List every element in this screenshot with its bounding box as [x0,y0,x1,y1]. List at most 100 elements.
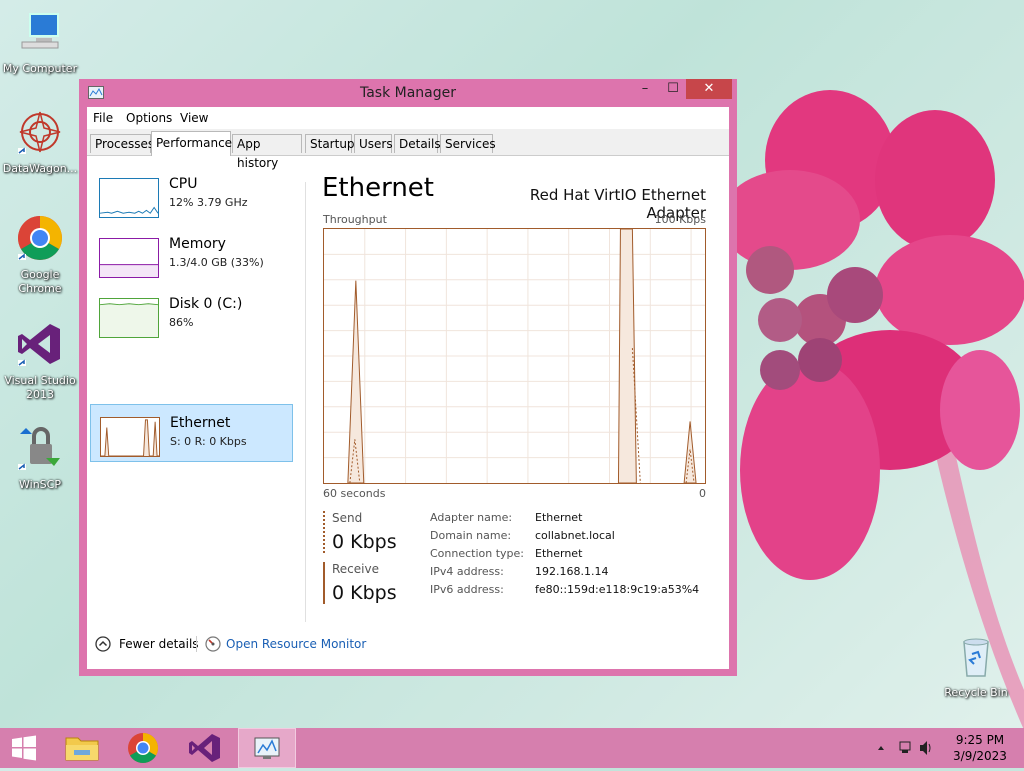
chrome-icon [128,733,159,764]
sidebar-item-title: Disk 0 (C:) [169,296,243,312]
sidebar-item-subtitle: 1.3/4.0 GB (33%) [169,256,264,269]
datawagon-icon [18,111,61,154]
info-value-ipv6: fe80::159d:e118:9c19:a53%4 [535,583,700,596]
sidebar-item-subtitle: S: 0 R: 0 Kbps [170,435,247,448]
tab-startup[interactable]: Startup [305,134,355,153]
task-manager-window: Task Manager – ☐ ✕ File Options View Pro… [79,79,737,676]
sidebar-item-ethernet[interactable]: Ethernet S: 0 R: 0 Kbps [90,404,293,462]
info-value-adapter-name: Ethernet [535,511,583,524]
send-legend-line [323,511,325,553]
desktop-icon-winscp[interactable]: WinSCP [0,424,80,492]
menu-bar: File Options View [87,107,729,129]
send-value: 0 Kbps [332,531,397,553]
network-icon [899,741,911,751]
resource-monitor-icon [205,636,221,652]
info-value-connection-type: Ethernet [535,547,583,560]
sidebar-item-title: CPU [169,176,198,192]
tab-services[interactable]: Services [440,134,496,153]
resource-sidebar: CPU 12% 3.79 GHz Memory 1.3/4.0 GB (33%)… [87,156,305,621]
clock-date: 3/9/2023 [953,749,1007,763]
cpu-thumbnail-graph [99,178,159,218]
memory-thumbnail-graph [99,238,159,278]
window-client: File Options View Processes Performance … [87,107,729,669]
close-button[interactable]: ✕ [686,79,732,99]
menu-file[interactable]: File [93,111,113,125]
windows-logo-icon [12,735,36,761]
disk-thumbnail-graph [99,298,159,338]
info-label-ipv6: IPv6 address: [430,583,504,596]
page-title: Ethernet [322,173,434,203]
graph-y-label: Throughput [323,213,387,226]
tab-app-history[interactable]: App history [232,134,302,170]
graph-x-right-label: 0 [699,487,706,500]
desktop-icon-label: DataWagon... [2,162,78,175]
desktop-icon-label: My Computer [2,62,78,75]
clock-time: 9:25 PM [955,733,1005,747]
fewer-details-label: Fewer details [119,637,199,651]
taskbar-file-explorer[interactable] [54,728,110,768]
receive-value: 0 Kbps [332,582,397,604]
info-label-domain-name: Domain name: [430,529,512,542]
folder-icon [65,737,99,761]
sidebar-item-cpu[interactable]: CPU 12% 3.79 GHz [90,166,293,224]
chevron-up-circle-icon [95,636,111,652]
desktop-icon-label: WinSCP [19,478,61,491]
chrome-icon [18,216,62,260]
taskbar: 9:25 PM 3/9/2023 [0,728,1024,768]
ethernet-thumbnail-graph [100,417,160,457]
desktop-icon-my-computer[interactable]: My Computer [0,8,80,76]
desktop-icon-datawagon[interactable]: DataWagon... [0,108,80,176]
recycle-bin-icon [963,638,989,677]
sidebar-divider [305,182,306,622]
menu-options[interactable]: Options [126,111,172,125]
tab-users[interactable]: Users [354,134,393,153]
task-manager-icon [254,737,280,759]
info-label-ipv4: IPv4 address: [430,565,504,578]
throughput-graph [323,228,706,484]
start-button[interactable] [0,728,48,768]
info-label-adapter-name: Adapter name: [430,511,513,524]
menu-view[interactable]: View [180,111,208,125]
receive-legend-line [323,562,325,604]
maximize-button[interactable]: ☐ [659,79,687,99]
show-hidden-icons-icon [878,746,884,750]
desktop-icon-visual-studio[interactable]: Visual Studio 2013 [0,320,80,402]
receive-label: Receive [332,562,379,576]
visual-studio-icon [189,734,220,762]
winscp-icon [18,427,60,470]
sidebar-item-title: Memory [169,236,226,252]
sidebar-item-disk[interactable]: Disk 0 (C:) 86% [90,286,293,344]
computer-icon [21,13,59,49]
title-bar[interactable]: Task Manager – ☐ ✕ [79,79,737,107]
tab-performance[interactable]: Performance [151,131,232,156]
desktop-icon-label: Visual Studio 2013 [4,374,76,401]
info-value-ipv4: 192.168.1.14 [535,565,609,578]
graph-y-max-label: 100 Kbps [654,213,706,226]
desktop-icon-label: Recycle Bin [944,686,1008,699]
taskbar-visual-studio[interactable] [176,728,232,768]
visual-studio-icon [18,324,60,366]
send-label: Send [332,511,363,525]
system-tray-icons[interactable] [872,728,932,768]
info-value-domain-name: collabnet.local [535,529,615,542]
footer-divider [196,636,197,652]
sidebar-item-subtitle: 86% [169,316,194,329]
desktop-icon-google-chrome[interactable]: Google Chrome [0,214,80,296]
tab-processes[interactable]: Processes [90,134,154,153]
taskbar-clock[interactable]: 9:25 PM 3/9/2023 [940,732,1020,764]
desktop-icon-recycle-bin[interactable]: Recycle Bin [936,632,1016,700]
sidebar-item-title: Ethernet [170,415,231,431]
info-label-connection-type: Connection type: [430,547,525,560]
volume-icon [920,741,927,755]
graph-x-left-label: 60 seconds [323,487,386,500]
taskbar-chrome[interactable] [115,728,171,768]
tab-details[interactable]: Details [394,134,441,153]
sidebar-item-subtitle: 12% 3.79 GHz [169,196,248,209]
sidebar-item-memory[interactable]: Memory 1.3/4.0 GB (33%) [90,226,293,284]
minimize-button[interactable]: – [631,79,659,99]
taskbar-task-manager[interactable] [238,728,296,768]
open-resource-monitor-label: Open Resource Monitor [226,637,367,651]
desktop-icon-label: Google Chrome [18,268,62,295]
tab-strip: Processes Performance App history Startu… [87,129,729,170]
window-footer: Fewer details Open Resource Monitor [87,633,729,669]
